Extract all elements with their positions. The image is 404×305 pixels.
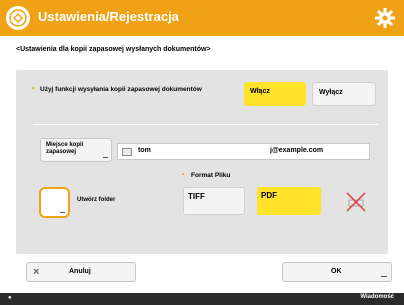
corner-indicator-icon (60, 212, 65, 213)
format-tiff-button[interactable]: TIFF (183, 187, 245, 215)
divider (33, 124, 378, 125)
status-messages[interactable]: Wiadomość (360, 294, 394, 300)
backup-off-button[interactable]: Wyłącz (312, 82, 376, 106)
destination-field: tom j@example.com (117, 143, 370, 160)
status-indicator-icon: ● (8, 295, 12, 301)
folder-address-icon (122, 148, 132, 156)
format-pdf-button[interactable]: PDF (257, 187, 321, 215)
corner-indicator-icon (103, 157, 108, 158)
close-icon: × (33, 266, 40, 278)
settings-register-icon (6, 6, 30, 30)
backup-destination-label: Miejsce kopii zapasowej (46, 142, 84, 155)
status-bar: ● Wiadomość (0, 293, 404, 305)
ok-label: OK (331, 268, 342, 275)
title-bar: Ustawienia/Rejestracja (0, 0, 404, 36)
create-folder-checkbox[interactable] (39, 187, 70, 218)
section-subtitle: <Ustawienia dla kopii zapasowej wysłanyc… (16, 46, 211, 53)
corner-indicator-icon (381, 276, 387, 277)
cancel-button[interactable]: × Anuluj (26, 262, 136, 282)
file-format-label: Format Pliku (182, 171, 230, 179)
backup-on-button[interactable]: Włącz (244, 82, 306, 106)
destination-user: tom (138, 147, 151, 154)
cancel-label: Anuluj (69, 268, 91, 275)
gear-icon[interactable] (374, 7, 396, 29)
ok-button[interactable]: OK (282, 262, 392, 282)
backup-destination-button[interactable]: Miejsce kopii zapasowej (40, 138, 112, 162)
backup-function-label: Użyj funkcji wysyłania kopii zapasowej d… (32, 85, 202, 93)
destination-address: j@example.com (270, 147, 324, 154)
page-title: Ustawienia/Rejestracja (38, 9, 179, 24)
disabled-cross-icon (344, 190, 368, 214)
create-folder-label: Utwórz folder (77, 197, 116, 203)
